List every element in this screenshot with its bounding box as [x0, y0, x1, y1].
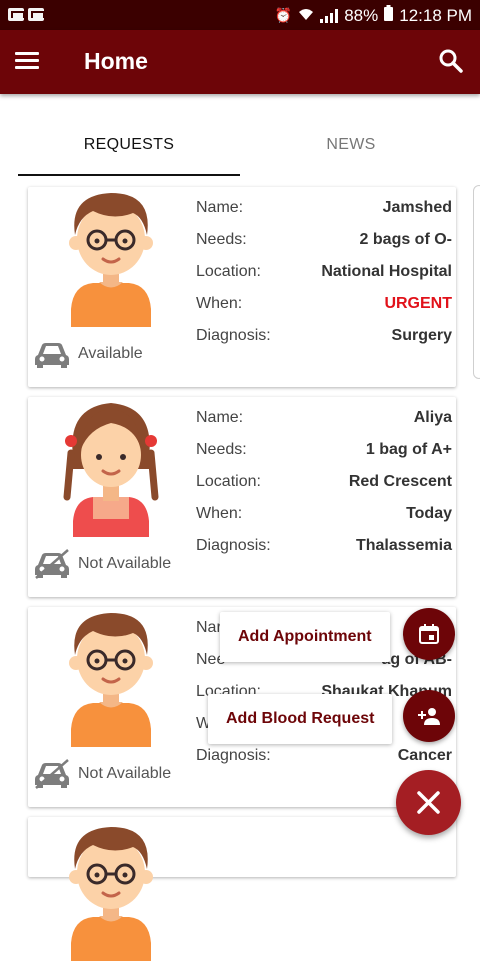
diagnosis-value: Cancer — [397, 747, 452, 764]
calendar-icon — [419, 624, 439, 644]
when-row: When: URGENT — [196, 295, 452, 327]
location-value: National Hospital — [321, 263, 452, 280]
location-row: Location: Red Crescent — [196, 473, 452, 505]
signal-icon — [320, 8, 339, 23]
transport-status: Available — [34, 339, 143, 369]
mail-notification-icon — [28, 8, 44, 21]
add-blood-request-label[interactable]: Add Blood Request — [208, 694, 393, 744]
name-value: Aliya — [413, 409, 452, 426]
needs-value: 1 bag of A+ — [365, 441, 452, 458]
alarm-icon: ⏰ — [274, 7, 293, 23]
transport-status: Not Available — [34, 759, 171, 789]
tab-requests[interactable]: REQUESTS — [18, 120, 240, 176]
wifi-icon — [298, 7, 314, 24]
transport-status: Not Available — [34, 549, 171, 579]
add-person-icon — [418, 708, 440, 725]
boy-avatar-icon — [63, 607, 159, 747]
transport-label: Not Available — [78, 555, 172, 572]
needs-row: Needs: 2 bags of O- — [196, 231, 452, 263]
when-value: URGENT — [384, 295, 452, 312]
diagnosis-row: Diagnosis: Thalassemia — [196, 537, 452, 569]
diagnosis-value: Thalassemia — [355, 537, 452, 554]
name-label: Name: — [196, 199, 244, 216]
request-card[interactable]: Available Name: Jamshed Needs: 2 bags of… — [28, 187, 456, 387]
no-car-icon — [34, 549, 70, 579]
girl-avatar-icon — [63, 397, 159, 537]
name-value: Jamshed — [382, 199, 452, 216]
needs-value: 2 bags of O- — [359, 231, 452, 248]
battery-icon — [384, 5, 394, 26]
location-label: Location: — [196, 263, 261, 280]
tab-bar: REQUESTS NEWS — [0, 120, 480, 178]
request-card[interactable]: Not Available Name: Aliya Needs: 1 bag o… — [28, 397, 456, 597]
name-row: Name: Aliya — [196, 409, 452, 441]
location-value: Red Crescent — [348, 473, 452, 490]
name-row: Name: Jamshed — [196, 199, 452, 231]
diagnosis-row: Diagnosis: Surgery — [196, 327, 452, 359]
close-icon — [417, 791, 440, 814]
search-icon[interactable] — [438, 48, 464, 74]
add-appointment-label[interactable]: Add Appointment — [220, 612, 390, 662]
boy-avatar-icon — [63, 821, 159, 961]
when-value: Today — [406, 505, 452, 522]
transport-label: Available — [78, 345, 143, 362]
name-label: Name: — [196, 409, 244, 426]
page-title: Home — [84, 48, 148, 74]
needs-label: Needs: — [196, 231, 247, 248]
when-label: When: — [196, 295, 243, 312]
clock: 12:18 PM — [399, 5, 472, 25]
diagnosis-label: Diagnosis: — [196, 747, 271, 764]
when-row: When: Today — [196, 505, 452, 537]
status-bar: ⏰ 88% 12:18 PM — [0, 0, 480, 30]
car-icon — [34, 339, 70, 369]
diagnosis-value: Surgery — [391, 327, 452, 344]
boy-avatar-icon — [63, 187, 159, 327]
needs-label: Needs: — [196, 441, 247, 458]
needs-row: Needs: 1 bag of A+ — [196, 441, 452, 473]
add-blood-request-button[interactable] — [403, 690, 455, 742]
close-speed-dial-button[interactable] — [396, 770, 461, 835]
add-appointment-button[interactable] — [403, 608, 455, 660]
app-bar: Home — [0, 30, 480, 94]
name-label: Nar — [196, 619, 222, 636]
scroll-edge-indicator — [473, 185, 480, 379]
tab-news[interactable]: NEWS — [240, 120, 462, 176]
mail-notification-icon — [8, 8, 24, 21]
when-label: When: — [196, 505, 243, 522]
location-label: Location: — [196, 473, 261, 490]
diagnosis-label: Diagnosis: — [196, 537, 271, 554]
transport-label: Not Available — [78, 765, 172, 782]
diagnosis-label: Diagnosis: — [196, 327, 271, 344]
tab-indicator — [18, 174, 240, 176]
menu-icon[interactable] — [15, 52, 39, 70]
battery-level: 88% — [344, 5, 379, 25]
no-car-icon — [34, 759, 70, 789]
request-card[interactable] — [28, 817, 456, 877]
location-row: Location: National Hospital — [196, 263, 452, 295]
